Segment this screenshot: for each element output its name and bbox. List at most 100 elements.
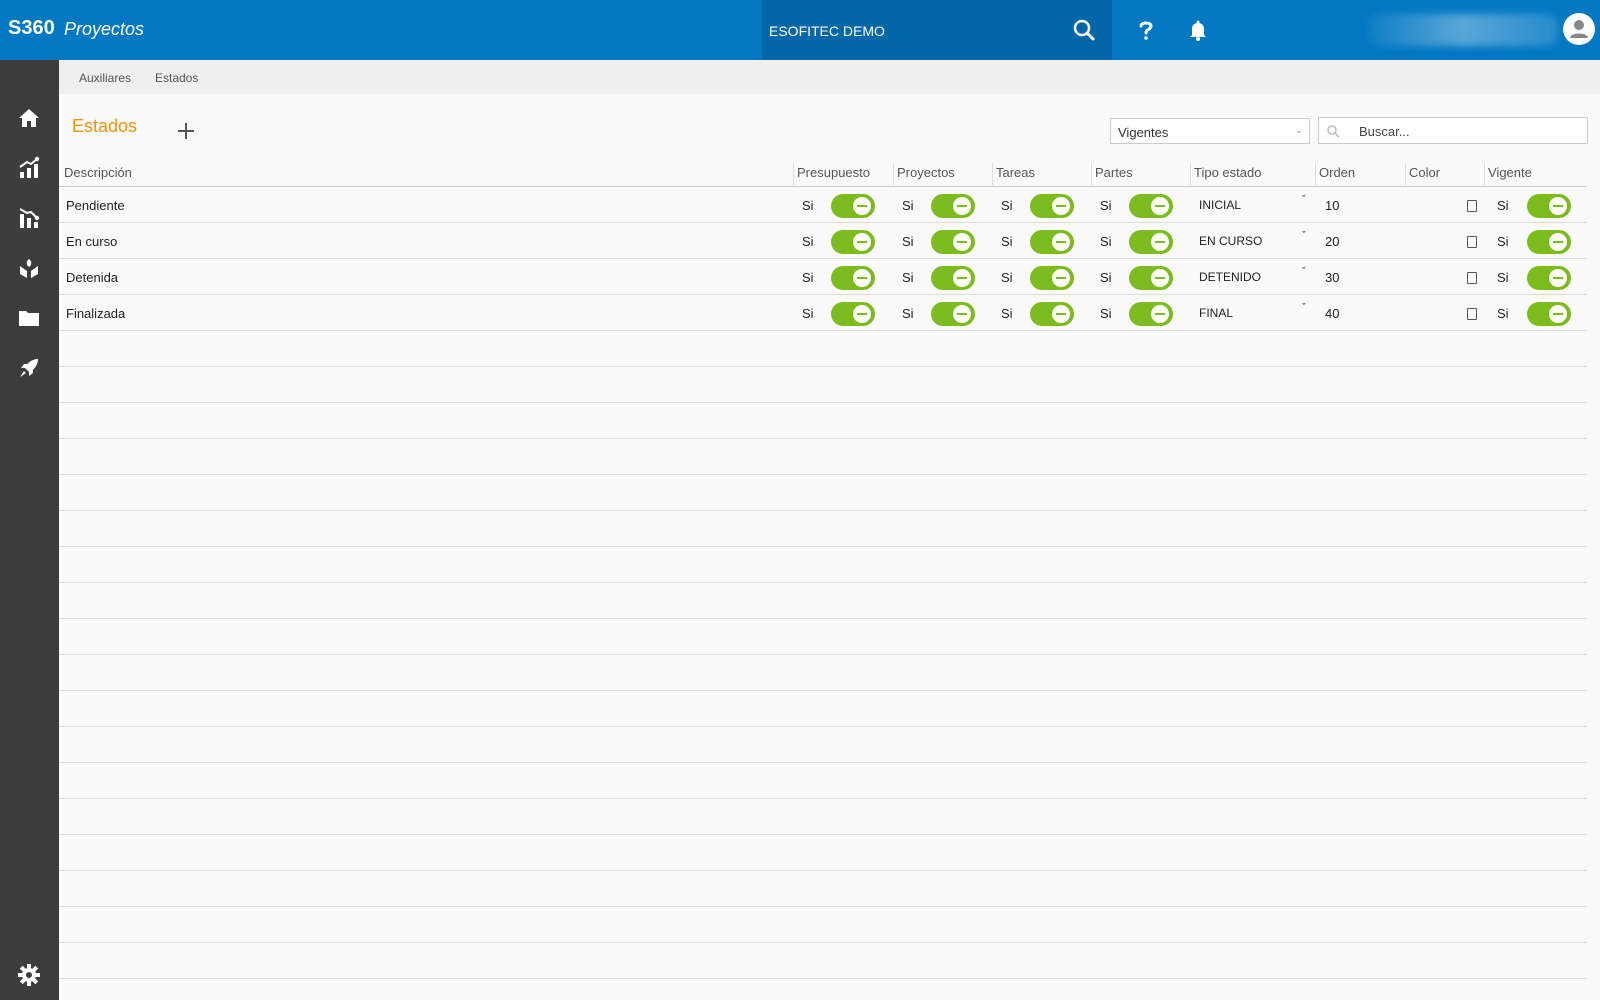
breadcrumb-estados[interactable]: Estados [155, 71, 198, 85]
partes-toggle[interactable] [1129, 266, 1173, 290]
col-presupuesto[interactable]: Presupuesto [797, 165, 870, 185]
search-icon[interactable] [1072, 18, 1096, 42]
cell-vigente-label: Si [1497, 234, 1509, 249]
proyectos-toggle[interactable] [931, 266, 975, 290]
chevron-down-icon[interactable]: ˇ [1302, 194, 1306, 206]
empty-row [59, 943, 1587, 979]
table-row[interactable]: Detenida Si Si Si Si DETENIDO ˇ 30 Si [59, 259, 1587, 295]
presupuesto-toggle[interactable] [831, 266, 875, 290]
partes-toggle[interactable] [1129, 302, 1173, 326]
tipo-estado-select[interactable]: DETENIDO [1199, 270, 1261, 284]
color-picker[interactable] [1467, 200, 1477, 212]
col-descripcion[interactable]: Descripción [64, 165, 132, 185]
cell-descripcion: En curso [66, 234, 118, 249]
col-partes[interactable]: Partes [1095, 165, 1133, 185]
page-title: Estados [72, 116, 138, 136]
empty-row [59, 619, 1587, 655]
toggle-knob [1549, 197, 1567, 215]
search-input[interactable] [1359, 122, 1579, 140]
toggle-knob [1151, 305, 1169, 323]
chart-up-icon[interactable] [17, 156, 41, 180]
tipo-estado-select[interactable]: EN CURSO [1199, 234, 1262, 248]
presupuesto-toggle[interactable] [831, 230, 875, 254]
toggle-knob [1549, 233, 1567, 251]
presupuesto-toggle[interactable] [831, 194, 875, 218]
empty-row [59, 583, 1587, 619]
cell-orden: 40 [1325, 306, 1340, 321]
table-row[interactable]: En curso Si Si Si Si EN CURSO ˇ 20 Si [59, 223, 1587, 259]
chevron-down-icon[interactable]: ˇ [1302, 230, 1306, 242]
partes-toggle[interactable] [1129, 194, 1173, 218]
gear-icon[interactable] [17, 963, 41, 987]
cell-orden: 20 [1325, 234, 1340, 249]
toggle-knob [853, 305, 871, 323]
col-proyectos[interactable]: Proyectos [897, 165, 955, 185]
cell-proyectos-label: Si [902, 270, 914, 285]
col-color[interactable]: Color [1409, 165, 1440, 185]
search-box[interactable] [1318, 117, 1588, 144]
cell-tareas-label: Si [1001, 198, 1013, 213]
breadcrumb: Auxiliares Estados [59, 60, 1600, 94]
tipo-estado-select[interactable]: INICIAL [1199, 198, 1241, 212]
table-row[interactable]: Pendiente Si Si Si Si INICIAL ˇ 10 Si [59, 187, 1587, 223]
tareas-toggle[interactable] [1030, 266, 1074, 290]
breadcrumb-auxiliares[interactable]: Auxiliares [79, 71, 131, 85]
col-tipo-estado[interactable]: Tipo estado [1194, 165, 1261, 185]
status-filter-select[interactable]: Vigentes ⌄ [1110, 118, 1310, 144]
vigente-toggle[interactable] [1527, 266, 1571, 290]
color-picker[interactable] [1467, 236, 1477, 248]
chevron-down-icon[interactable]: ˇ [1302, 266, 1306, 278]
partes-toggle[interactable] [1129, 230, 1173, 254]
empty-row [59, 907, 1587, 943]
cell-vigente-label: Si [1497, 306, 1509, 321]
cell-vigente-label: Si [1497, 270, 1509, 285]
cell-orden: 30 [1325, 270, 1340, 285]
vigente-toggle[interactable] [1527, 302, 1571, 326]
proyectos-toggle[interactable] [931, 302, 975, 326]
color-picker[interactable] [1467, 272, 1477, 284]
cell-partes-label: Si [1100, 234, 1112, 249]
bell-icon[interactable] [1186, 18, 1210, 42]
toggle-knob [953, 305, 971, 323]
folder-icon[interactable] [17, 306, 41, 330]
presupuesto-toggle[interactable] [831, 302, 875, 326]
add-icon[interactable] [175, 120, 197, 142]
tareas-toggle[interactable] [1030, 302, 1074, 326]
column-divider [793, 163, 794, 185]
col-orden[interactable]: Orden [1319, 165, 1355, 185]
top-bar: S360 Proyectos ESOFITEC DEMO [0, 0, 1600, 60]
vigente-toggle[interactable] [1527, 194, 1571, 218]
tipo-estado-select[interactable]: FINAL [1199, 306, 1233, 320]
proyectos-toggle[interactable] [931, 194, 975, 218]
empty-row [59, 799, 1587, 835]
status-filter-value: Vigentes [1118, 125, 1169, 140]
help-icon[interactable] [1134, 18, 1158, 42]
toggle-knob [1052, 305, 1070, 323]
color-picker[interactable] [1467, 308, 1477, 320]
col-vigente[interactable]: Vigente [1488, 165, 1532, 185]
user-name-blurred [1368, 14, 1558, 46]
cell-descripcion: Pendiente [66, 198, 125, 213]
toggle-knob [1052, 233, 1070, 251]
rocket-icon[interactable] [17, 356, 41, 380]
user-avatar-icon[interactable] [1563, 13, 1595, 45]
col-tareas[interactable]: Tareas [996, 165, 1035, 185]
home-icon[interactable] [17, 106, 41, 130]
toggle-knob [953, 269, 971, 287]
table-row[interactable]: Finalizada Si Si Si Si FINAL ˇ 40 Si [59, 295, 1587, 331]
vigente-toggle[interactable] [1527, 230, 1571, 254]
tareas-toggle[interactable] [1030, 230, 1074, 254]
cell-presupuesto-label: Si [802, 234, 814, 249]
table-header: Descripción Presupuesto Proyectos Tareas… [59, 160, 1587, 187]
toggle-knob [1151, 269, 1169, 287]
company-search-bar[interactable]: ESOFITEC DEMO [762, 0, 1112, 60]
proyectos-toggle[interactable] [931, 230, 975, 254]
tareas-toggle[interactable] [1030, 194, 1074, 218]
brand-logo[interactable]: S360 [8, 17, 55, 40]
hand-plant-icon[interactable] [17, 256, 41, 280]
chevron-down-icon[interactable]: ˇ [1302, 302, 1306, 314]
chart-down-icon[interactable] [17, 206, 41, 230]
cell-partes-label: Si [1100, 270, 1112, 285]
cell-descripcion: Detenida [66, 270, 119, 285]
empty-row [59, 403, 1587, 439]
